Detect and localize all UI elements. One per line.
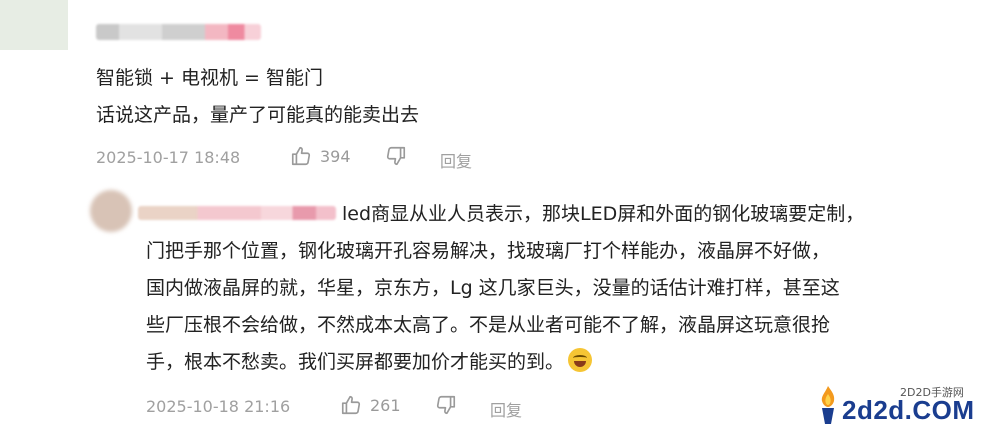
- avatar[interactable]: [0, 0, 68, 50]
- reply-button[interactable]: 回复: [440, 148, 472, 172]
- username-redacted[interactable]: [138, 206, 336, 220]
- thumbs-up-icon: [341, 395, 361, 415]
- username-redacted[interactable]: [96, 24, 261, 40]
- reply-button[interactable]: 回复: [490, 397, 522, 421]
- site-watermark: 2D2D手游网 2d2d.COM: [812, 380, 992, 430]
- crying-laugh-emoji: [568, 348, 593, 372]
- comment-text-line: led商显从业人员表示，那块LED屏和外面的钢化玻璃要定制，: [342, 203, 865, 225]
- watermark-domain: 2d2d.COM: [842, 395, 975, 425]
- thumbs-down-icon: [436, 395, 456, 415]
- comment-text-line: 国内做液晶屏的就，华星，京东方，Lg 这几家巨头，没量的话估计难打样，甚至这: [146, 277, 840, 299]
- thumbs-down-icon: [386, 146, 406, 166]
- dislike-button[interactable]: [435, 394, 457, 416]
- like-button[interactable]: 394: [290, 145, 351, 167]
- comment-text-line-last: 手，根本不愁卖。我们买屏都要加价才能买的到。: [146, 346, 593, 378]
- torch-logo-icon: [821, 386, 835, 424]
- avatar[interactable]: [90, 190, 132, 232]
- comment-text-line: 些厂压根不会给做，不然成本太高了。不是从业者可能不了解，液晶屏这玩意很抢: [146, 314, 831, 336]
- thumbs-up-icon: [291, 146, 311, 166]
- like-button[interactable]: 261: [340, 394, 401, 416]
- comment-text-line: 话说这产品，量产了可能真的能卖出去: [96, 104, 420, 126]
- comment-text-line: 门把手那个位置，钢化玻璃开孔容易解决，找玻璃厂打个样能办，液晶屏不好做，: [146, 240, 831, 262]
- like-count: 394: [320, 146, 351, 166]
- comment-timestamp: 2025-10-17 18:48: [96, 148, 241, 167]
- comment-text-line: 智能锁 + 电视机 = 智能门: [96, 67, 323, 89]
- comment-text: 手，根本不愁卖。我们买屏都要加价才能买的到。: [146, 351, 565, 373]
- dislike-button[interactable]: [385, 145, 407, 167]
- comment-timestamp: 2025-10-18 21:16: [146, 397, 291, 416]
- like-count: 261: [370, 395, 401, 415]
